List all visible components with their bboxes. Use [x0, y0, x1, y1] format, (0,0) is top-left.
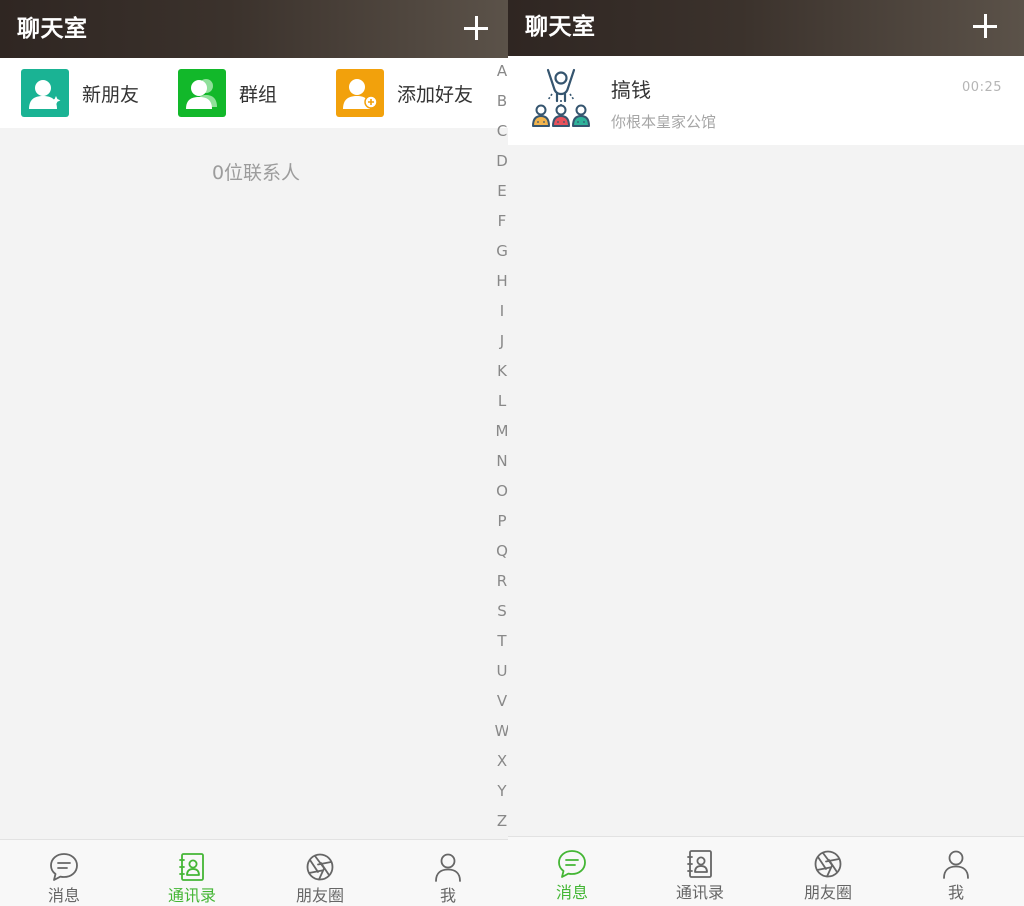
tab-messages[interactable]: 消息 — [508, 837, 636, 904]
tab-me[interactable]: 我 — [384, 840, 508, 906]
add-friend-button[interactable]: 添加好友 — [336, 69, 473, 117]
alphabet-letter[interactable]: X — [490, 750, 508, 780]
alphabet-letter[interactable]: E — [490, 180, 508, 210]
app-root: 聊天室 新朋友 群组 添加好友 0位联系人 A B C D E F G H I … — [0, 0, 1024, 906]
group-cheer-icon — [530, 68, 592, 130]
alphabet-letter[interactable]: Y — [490, 780, 508, 810]
alphabet-letter[interactable]: G — [490, 240, 508, 270]
chat-bubble-icon — [508, 848, 636, 880]
alphabet-letter[interactable]: W — [490, 720, 508, 750]
alphabet-letter[interactable]: F — [490, 210, 508, 240]
alphabet-letter[interactable]: H — [490, 270, 508, 300]
alphabet-letter[interactable]: N — [490, 450, 508, 480]
alphabet-letter[interactable]: U — [490, 660, 508, 690]
alphabet-letter[interactable]: I — [490, 300, 508, 330]
plus-icon[interactable] — [464, 16, 488, 40]
alphabet-letter[interactable]: M — [490, 420, 508, 450]
add-friend-icon — [336, 69, 384, 117]
new-friend-button[interactable]: 新朋友 — [21, 69, 139, 117]
moments-aperture-icon — [256, 851, 384, 883]
alphabet-letter[interactable]: R — [490, 570, 508, 600]
app-header: 聊天室 — [508, 0, 1024, 56]
tab-label: 朋友圈 — [803, 883, 852, 902]
tab-me[interactable]: 我 — [892, 837, 1020, 904]
alphabet-letter[interactable]: V — [490, 690, 508, 720]
chat-last-message: 你根本皇家公馆 — [611, 113, 717, 131]
chat-list-item[interactable]: 搞钱 你根本皇家公馆 00:25 — [508, 56, 1024, 145]
tab-label: 消息 — [47, 886, 80, 905]
group-icon — [178, 69, 226, 117]
contact-count: 0位联系人 — [211, 162, 301, 184]
alphabet-letter[interactable]: P — [490, 510, 508, 540]
person-icon — [892, 848, 1020, 880]
tab-label: 通讯录 — [675, 883, 724, 902]
alphabet-index[interactable]: ABCDEFGHIJKLMNOPQRSTUVWXYZ — [490, 60, 508, 840]
add-friend-label: 添加好友 — [397, 83, 474, 106]
alphabet-letter[interactable]: S — [490, 600, 508, 630]
alphabet-letter[interactable]: L — [490, 390, 508, 420]
page-title: 聊天室 — [525, 14, 596, 40]
alphabet-letter[interactable]: T — [490, 630, 508, 660]
tab-label: 通讯录 — [167, 886, 216, 905]
alphabet-letter[interactable]: Q — [490, 540, 508, 570]
alphabet-letter[interactable]: J — [490, 330, 508, 360]
tab-moments[interactable]: 朋友圈 — [256, 840, 384, 906]
alphabet-letter[interactable]: K — [490, 360, 508, 390]
alphabet-letter[interactable]: C — [490, 120, 508, 150]
alphabet-letter[interactable]: D — [490, 150, 508, 180]
tab-label: 朋友圈 — [295, 886, 344, 905]
new-friend-icon — [21, 69, 69, 117]
tab-label: 我 — [439, 886, 456, 905]
page-title: 聊天室 — [17, 16, 88, 42]
bottom-tab-bar: 消息 通讯录 朋友圈 我 — [508, 836, 1024, 906]
tab-messages[interactable]: 消息 — [0, 840, 128, 906]
messages-screen: 聊天室 搞钱 你根本皇家公馆 00:25 消息 通讯录 朋友圈 我 — [508, 0, 1024, 906]
plus-icon[interactable] — [973, 14, 997, 38]
tab-moments[interactable]: 朋友圈 — [764, 837, 892, 904]
person-icon — [384, 851, 508, 883]
contacts-screen: 聊天室 新朋友 群组 添加好友 0位联系人 A B C D E F G H I … — [0, 0, 508, 906]
alphabet-letter[interactable]: Z — [490, 810, 508, 840]
alphabet-letter[interactable]: B — [490, 90, 508, 120]
tab-contacts[interactable]: 通讯录 — [128, 840, 256, 906]
contacts-book-icon — [128, 851, 256, 883]
alphabet-letter[interactable]: A — [490, 60, 508, 90]
group-button[interactable]: 群组 — [178, 69, 277, 117]
contact-shortcuts: 新朋友 群组 添加好友 — [0, 58, 508, 128]
tab-label: 消息 — [555, 883, 588, 902]
bottom-tab-bar: 消息 通讯录 朋友圈 我 — [0, 839, 508, 906]
alphabet-letter[interactable]: O — [490, 480, 508, 510]
app-header: 聊天室 — [0, 0, 508, 58]
tab-contacts[interactable]: 通讯录 — [636, 837, 764, 904]
moments-aperture-icon — [764, 848, 892, 880]
chat-bubble-icon — [0, 851, 128, 883]
contacts-book-icon — [636, 848, 764, 880]
chat-name: 搞钱 — [611, 78, 651, 102]
tab-label: 我 — [947, 883, 964, 902]
new-friend-label: 新朋友 — [82, 83, 140, 106]
group-label: 群组 — [239, 83, 278, 106]
chat-timestamp: 00:25 — [962, 80, 1002, 95]
